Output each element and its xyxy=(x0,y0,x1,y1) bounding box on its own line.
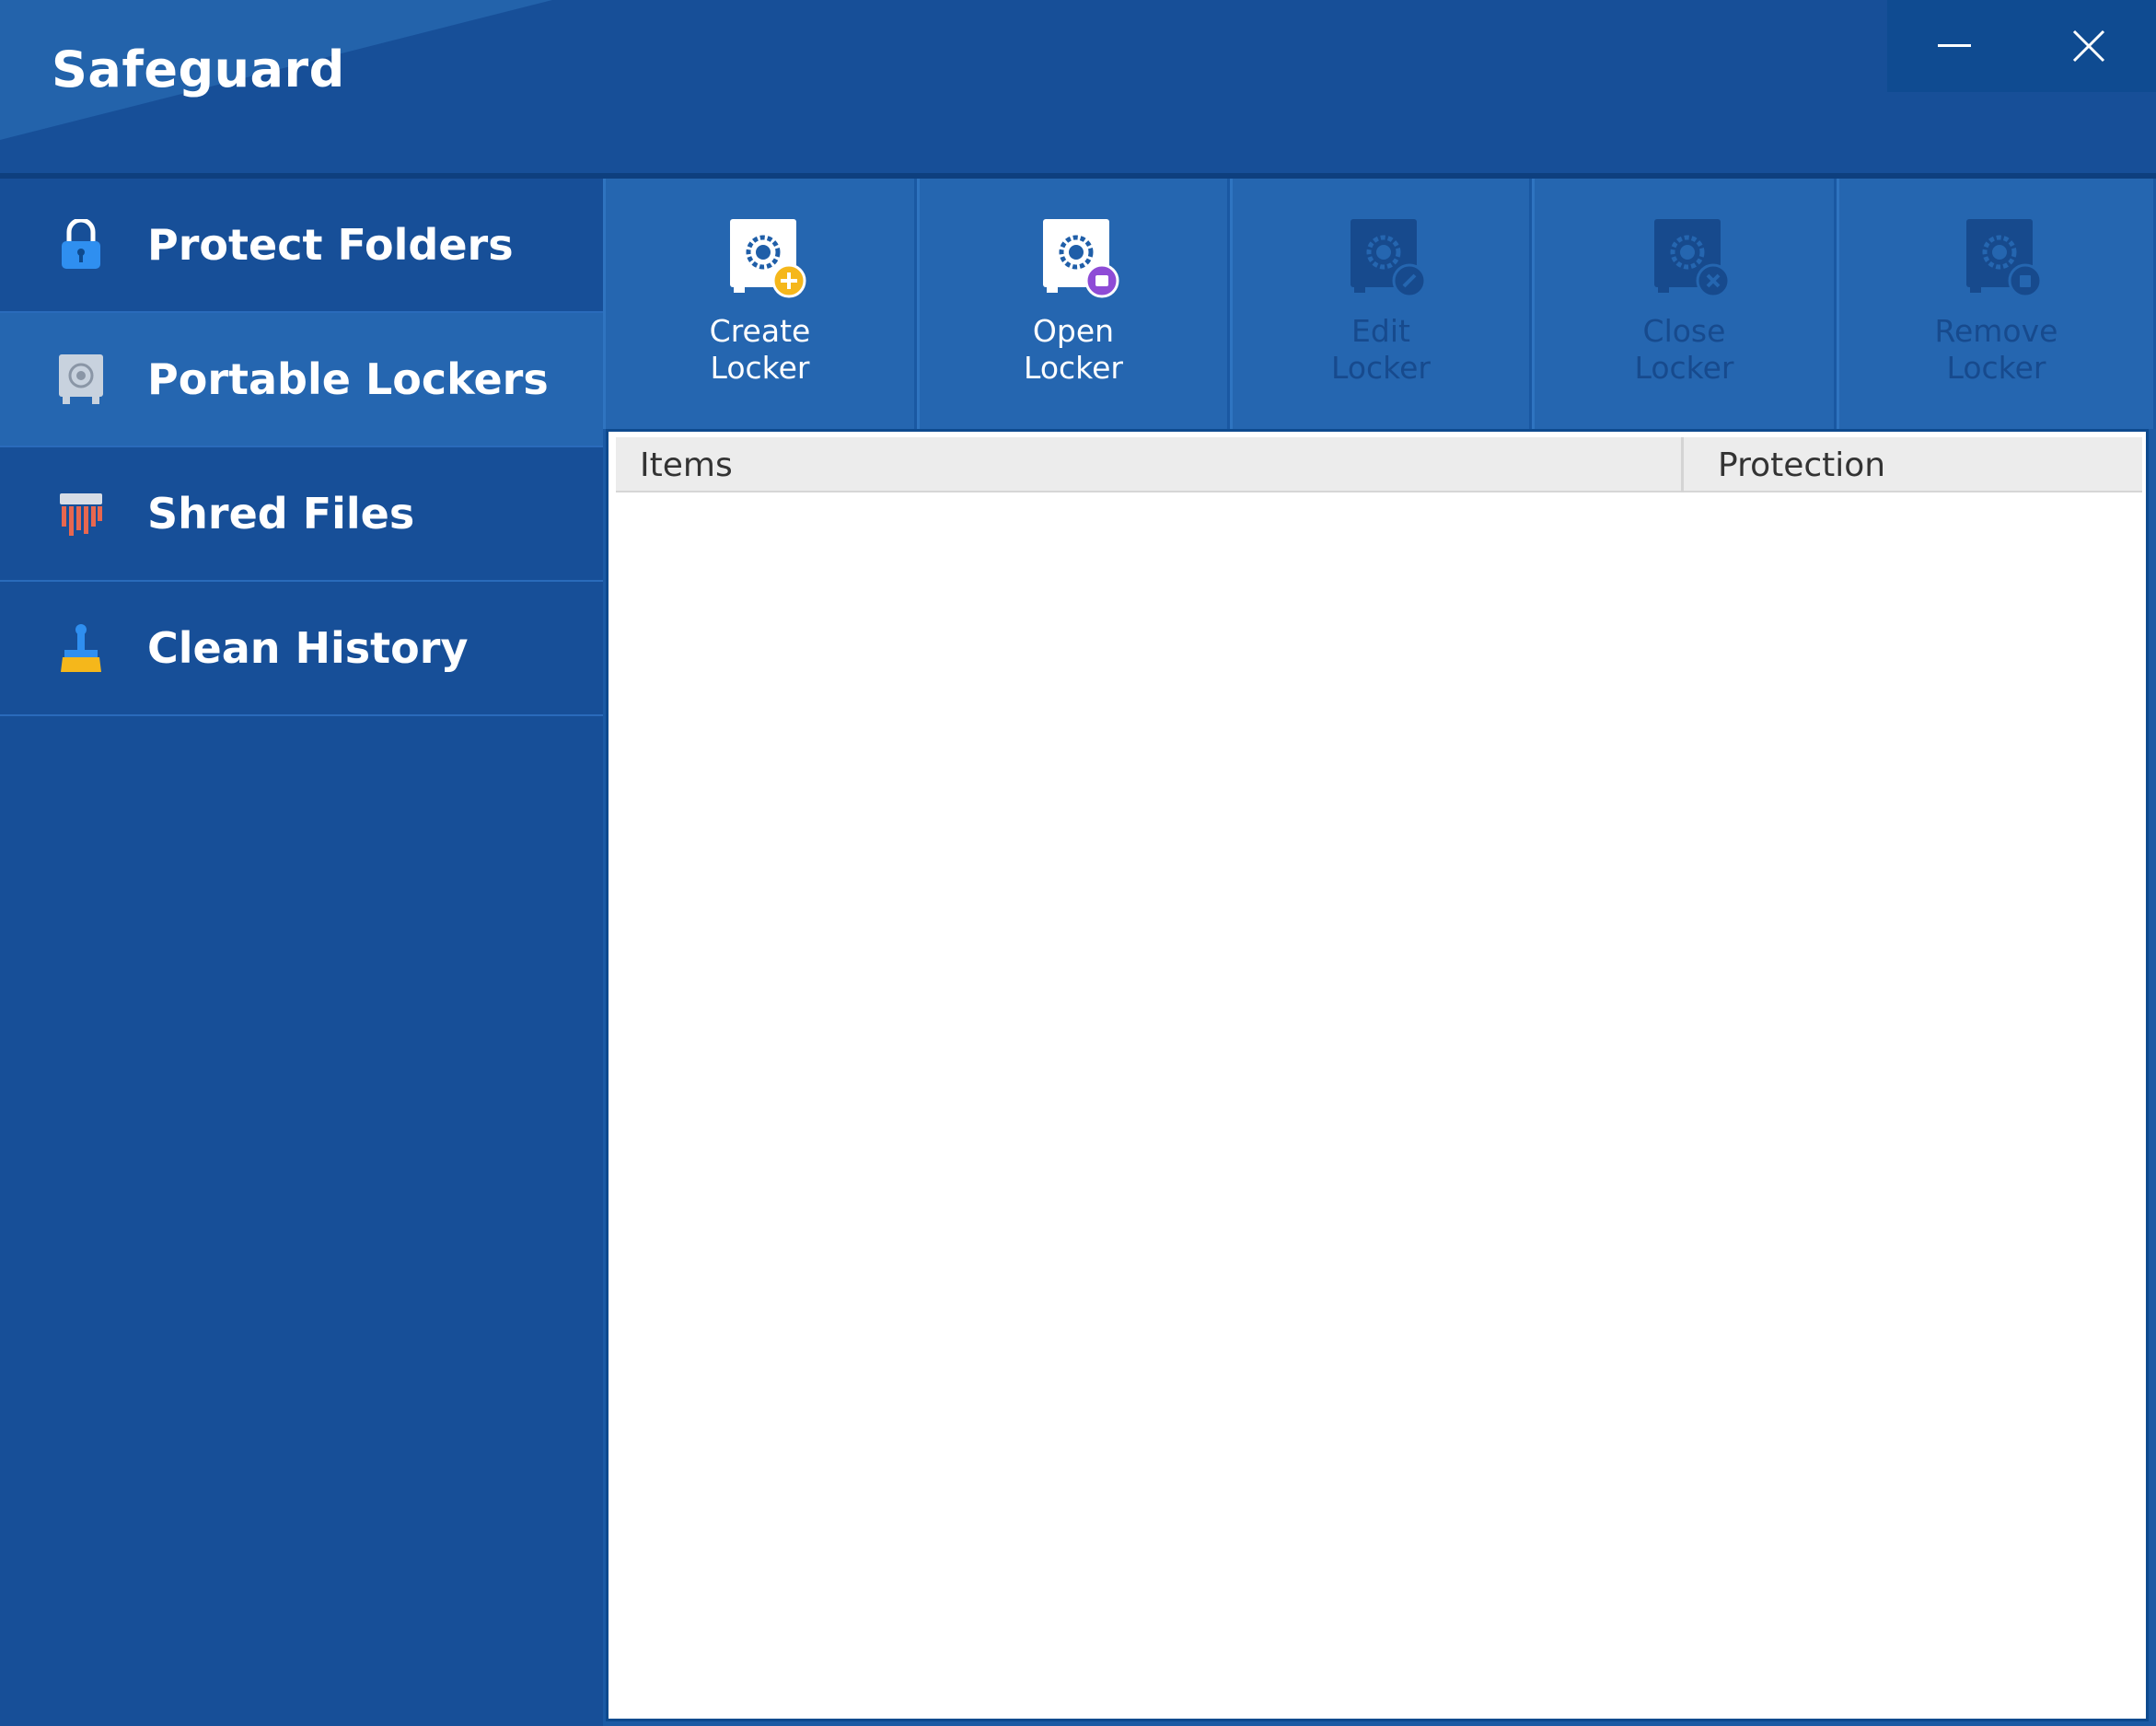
app-title: Safeguard xyxy=(52,41,345,98)
sidebar-item-clean-history[interactable]: Clean History xyxy=(0,582,603,716)
edit-locker-button[interactable]: Edit Locker xyxy=(1230,179,1532,429)
sidebar-item-label: Portable Lockers xyxy=(147,354,549,404)
minimize-icon xyxy=(1938,44,1971,47)
tool-label: Remove Locker xyxy=(1934,313,2058,386)
close-locker-icon xyxy=(1639,217,1731,300)
edit-locker-icon xyxy=(1335,217,1427,300)
create-locker-button[interactable]: Create Locker xyxy=(603,179,917,429)
sidebar-item-label: Protect Folders xyxy=(147,220,514,270)
close-locker-button[interactable]: Close Locker xyxy=(1532,179,1837,429)
remove-locker-button[interactable]: Remove Locker xyxy=(1837,179,2156,429)
tool-label: Create Locker xyxy=(709,313,811,386)
create-locker-icon xyxy=(714,217,806,300)
open-locker-button[interactable]: Open Locker xyxy=(917,179,1230,429)
safe-icon xyxy=(55,353,107,405)
locker-list[interactable]: Items Protection xyxy=(606,429,2149,1721)
sidebar-item-shred-files[interactable]: Shred Files xyxy=(0,447,603,582)
tool-label: Open Locker xyxy=(1024,313,1123,386)
padlock-icon xyxy=(55,219,107,271)
open-locker-icon xyxy=(1027,217,1119,300)
sidebar-item-label: Shred Files xyxy=(147,489,415,539)
main-panel: Create Locker Open Locker Edit Locker Cl… xyxy=(603,179,2156,1726)
column-header-protection[interactable]: Protection xyxy=(1687,437,2142,492)
title-bar: Safeguard xyxy=(0,0,2156,175)
broom-icon xyxy=(55,622,107,674)
minimize-button[interactable] xyxy=(1887,0,2022,92)
tool-label: Close Locker xyxy=(1634,313,1734,386)
list-header: Items Protection xyxy=(616,437,2142,492)
sidebar-item-portable-lockers[interactable]: Portable Lockers xyxy=(0,313,603,447)
column-header-items[interactable]: Items xyxy=(616,437,1684,492)
sidebar: Protect Folders Portable Lockers Shred F… xyxy=(0,179,603,1726)
sidebar-item-label: Clean History xyxy=(147,623,469,673)
close-button[interactable] xyxy=(2022,0,2156,92)
tool-label: Edit Locker xyxy=(1331,313,1431,386)
close-icon xyxy=(2072,29,2105,63)
shredder-icon xyxy=(55,488,107,539)
toolbar: Create Locker Open Locker Edit Locker Cl… xyxy=(603,179,2156,429)
window-controls xyxy=(1887,0,2156,92)
remove-locker-icon xyxy=(1951,217,2043,300)
sidebar-item-protect-folders[interactable]: Protect Folders xyxy=(0,179,603,313)
